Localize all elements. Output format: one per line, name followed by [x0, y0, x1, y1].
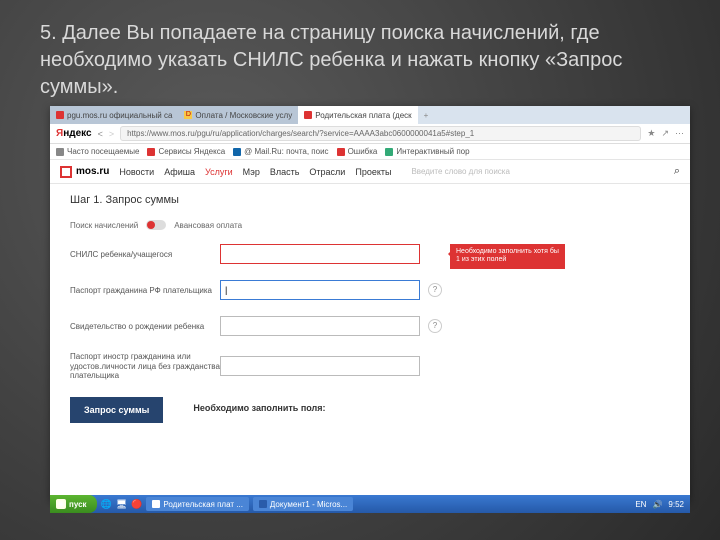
- portal-icon: [385, 148, 393, 156]
- site-header: mos.ru Новости Афиша Услуги Мэр Власть О…: [50, 160, 690, 184]
- toggle-switch[interactable]: [146, 220, 166, 230]
- mail-icon: [233, 148, 241, 156]
- mosru-logo[interactable]: mos.ru: [60, 166, 109, 178]
- required-note: Необходимо заполнить поля:: [193, 397, 325, 413]
- nav-news[interactable]: Новости: [119, 167, 154, 177]
- url-input[interactable]: https://www.mos.ru/pgu/ru/application/ch…: [120, 126, 641, 141]
- menu-icon[interactable]: ⋯: [675, 128, 684, 139]
- nav-vlast[interactable]: Власть: [270, 167, 300, 177]
- browser-tabs: pgu.mos.ru официальный са DОплата / Моск…: [50, 106, 690, 124]
- tab-roditelskaya[interactable]: Родительская плата (деск: [298, 106, 417, 124]
- tab-label: Родительская плата (деск: [315, 111, 411, 120]
- address-bar: ЯЯндексндекс < > https://www.mos.ru/pgu/…: [50, 124, 690, 144]
- folder-icon: [56, 148, 64, 156]
- start-button[interactable]: пуск: [50, 495, 97, 513]
- nav-mer[interactable]: Мэр: [243, 167, 260, 177]
- yandex-logo[interactable]: ЯЯндексндекс: [56, 128, 92, 139]
- tab-pgu[interactable]: pgu.mos.ru официальный са: [50, 106, 178, 124]
- task-icon: [152, 500, 160, 508]
- input-birth-cert[interactable]: [220, 316, 420, 336]
- error-tooltip: Необходимо заполнить хотя бы 1 из этих п…: [450, 244, 565, 269]
- search-icon[interactable]: ⌕: [674, 165, 680, 178]
- favicon-icon: D: [184, 111, 192, 119]
- row-snils: СНИЛС ребенка/учащегося Необходимо запол…: [70, 244, 670, 264]
- bookmark-portal[interactable]: Интерактивный пор: [385, 147, 469, 156]
- nav-otrasli[interactable]: Отрасли: [309, 167, 345, 177]
- bookmark-mailru[interactable]: @ Mail.Ru: почта, поис: [233, 147, 328, 156]
- slide-caption: 5. Далее Вы попадаете на страницу поиска…: [0, 0, 720, 111]
- windows-icon: [56, 499, 66, 509]
- mode-toggle: Поиск начислений Авансовая оплата: [70, 220, 670, 230]
- row-passport-rf: Паспорт гражданина РФ плательщика ?: [70, 280, 670, 300]
- bookmark-icon[interactable]: ★: [647, 128, 655, 139]
- nav-proekty[interactable]: Проекты: [355, 167, 391, 177]
- tab-oplata[interactable]: DОплата / Московские услу: [178, 106, 298, 124]
- share-icon[interactable]: ↗: [661, 128, 669, 139]
- task-icon: [259, 500, 267, 508]
- label-birth-cert: Свидетельство о рождении ребенка: [70, 322, 220, 331]
- bookmark-error[interactable]: Ошибка: [337, 147, 378, 156]
- tab-label: Оплата / Московские услу: [195, 111, 292, 120]
- bookmark-yandex[interactable]: Сервисы Яндекса: [147, 147, 225, 156]
- form-content: Шаг 1. Запрос суммы Поиск начислений Ава…: [50, 184, 690, 433]
- help-icon[interactable]: ?: [428, 319, 442, 333]
- tray-clock[interactable]: 9:52: [668, 500, 684, 509]
- nav-afisha[interactable]: Афиша: [164, 167, 195, 177]
- nav-uslugi[interactable]: Услуги: [205, 167, 233, 177]
- windows-taskbar: пуск 🌐 🖥 🔴 Родительская плат ... Докумен…: [50, 495, 690, 513]
- tray-volume-icon[interactable]: 🔊: [652, 500, 662, 509]
- site-search[interactable]: Введите слово для поиска: [401, 167, 663, 176]
- nav-fwd-icon[interactable]: >: [109, 129, 114, 139]
- nav-back-icon[interactable]: <: [98, 129, 103, 139]
- error-icon: [337, 148, 345, 156]
- input-passport-rf[interactable]: [220, 280, 420, 300]
- tray-lang[interactable]: EN: [635, 500, 646, 509]
- system-tray: EN 🔊 9:52: [629, 500, 690, 509]
- step-title: Шаг 1. Запрос суммы: [70, 194, 670, 206]
- row-birth-cert: Свидетельство о рождении ребенка ?: [70, 316, 670, 336]
- yandex-icon: [147, 148, 155, 156]
- help-icon[interactable]: ?: [428, 283, 442, 297]
- new-tab-button[interactable]: +: [418, 106, 435, 124]
- quick-launch: 🌐 🖥 🔴: [101, 499, 143, 510]
- toggle-knob: [147, 221, 155, 229]
- favicon-icon: [56, 111, 64, 119]
- ql-desktop-icon[interactable]: 🖥: [116, 499, 127, 510]
- task-browser[interactable]: Родительская плат ...: [146, 497, 249, 511]
- label-passport-rf: Паспорт гражданина РФ плательщика: [70, 286, 220, 295]
- tab-label: pgu.mos.ru официальный са: [67, 111, 172, 120]
- input-foreign-passport[interactable]: [220, 356, 420, 376]
- label-foreign-passport: Паспорт иностр гражданина или удостов.ли…: [70, 352, 220, 381]
- ql-yandex-icon[interactable]: 🔴: [131, 499, 142, 510]
- bookmarks-bar: Часто посещаемые Сервисы Яндекса @ Mail.…: [50, 144, 690, 160]
- browser-window: pgu.mos.ru официальный са DОплата / Моск…: [50, 106, 690, 501]
- toggle-label-right: Авансовая оплата: [174, 221, 242, 230]
- submit-area: Запрос суммы Необходимо заполнить поля:: [70, 397, 670, 423]
- logo-square-icon: [60, 166, 72, 178]
- request-sum-button[interactable]: Запрос суммы: [70, 397, 163, 423]
- task-word[interactable]: Документ1 - Micros...: [253, 497, 353, 511]
- toggle-label-left: Поиск начислений: [70, 221, 138, 230]
- ql-ie-icon[interactable]: 🌐: [101, 499, 112, 510]
- label-snils: СНИЛС ребенка/учащегося: [70, 250, 220, 259]
- bookmark-frequent[interactable]: Часто посещаемые: [56, 147, 139, 156]
- site-nav: Новости Афиша Услуги Мэр Власть Отрасли …: [119, 167, 391, 177]
- row-foreign-passport: Паспорт иностр гражданина или удостов.ли…: [70, 352, 670, 381]
- favicon-icon: [304, 111, 312, 119]
- input-snils[interactable]: [220, 244, 420, 264]
